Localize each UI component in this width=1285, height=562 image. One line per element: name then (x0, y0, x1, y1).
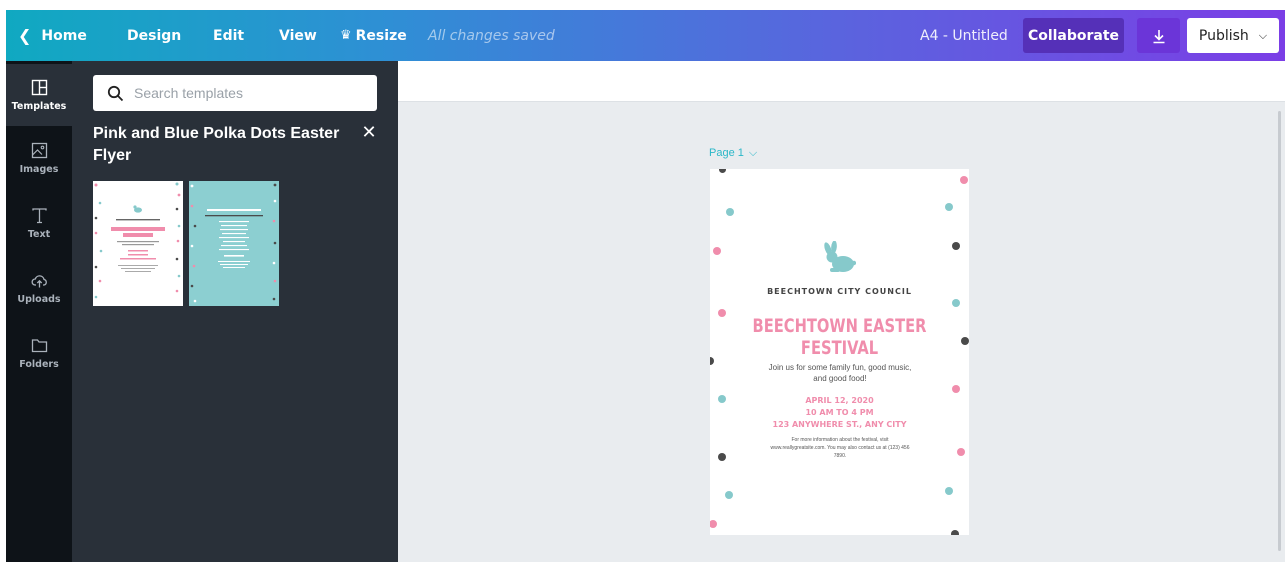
chevron-down-icon: ⌵ (1258, 28, 1268, 42)
home-label: Home (41, 27, 87, 44)
editor-toolbar (398, 61, 1285, 102)
polka-dot (713, 247, 721, 255)
page-label-text: Page 1 (709, 147, 744, 159)
polka-dot (726, 208, 734, 216)
resize-button[interactable]: ♛ Resize (340, 10, 407, 61)
design-menu[interactable]: Design (127, 10, 181, 61)
sidebar-item-templates[interactable]: Templates (6, 64, 72, 126)
vertical-scrollbar[interactable] (1278, 111, 1281, 551)
chevron-left-icon: ❮ (18, 26, 32, 45)
sidebar-item-label: Uploads (17, 293, 61, 305)
resize-label: Resize (355, 27, 407, 44)
view-menu[interactable]: View (279, 10, 317, 61)
sidebar-item-images[interactable]: Images (6, 127, 72, 189)
side-rail: Templates Images Text Uploads Folders (6, 61, 72, 562)
template-preview-back (190, 183, 277, 303)
polka-dot (718, 309, 726, 317)
flyer-title-line2: FESTIVAL (800, 337, 879, 359)
document-name[interactable]: A4 - Untitled (920, 10, 1008, 61)
publish-button[interactable]: Publish ⌵ (1187, 18, 1279, 53)
polka-dot (951, 530, 959, 535)
download-icon (1153, 29, 1164, 43)
template-title: Pink and Blue Polka Dots Easter Flyer (93, 125, 340, 164)
polka-dot (945, 487, 953, 495)
polka-dot (710, 520, 717, 528)
flyer-title-line1: BEECHTOWN EASTER (752, 315, 927, 337)
templates-icon (31, 79, 47, 95)
polka-dot (725, 491, 733, 499)
polka-dot (952, 242, 960, 250)
flyer-title: BEECHTOWN EASTER FESTIVAL (728, 315, 951, 359)
flyer-more-info: For more information about the festival,… (770, 437, 910, 459)
search-box[interactable] (93, 75, 377, 111)
polka-dot (710, 357, 714, 365)
sidebar-item-label: Text (27, 228, 51, 240)
polka-dot (952, 299, 960, 307)
sidebar-item-label: Templates (11, 100, 67, 112)
search-icon (107, 85, 124, 101)
polka-dot (718, 453, 726, 461)
flyer-address: 123 ANYWHERE ST., ANY CITY (772, 420, 907, 429)
image-icon (31, 142, 47, 158)
polka-dot (961, 337, 969, 345)
search-input[interactable] (134, 85, 364, 101)
crown-icon: ♛ (340, 28, 352, 43)
home-button[interactable]: ❮ Home (18, 10, 87, 61)
sidebar-item-label: Images (19, 163, 59, 175)
flyer-details: APRIL 12, 2020 10 AM TO 4 PM 123 ANYWHER… (710, 395, 969, 431)
template-preview-front (94, 182, 181, 299)
flyer-intro: Join us for some family fun, good music,… (768, 363, 912, 383)
templates-panel: Pink and Blue Polka Dots Easter Flyer ✕ (72, 61, 398, 562)
template-thumbnail-back[interactable] (189, 181, 279, 306)
upload-cloud-icon (31, 274, 47, 287)
chevron-down-icon: ⌵ (748, 147, 758, 159)
close-icon[interactable]: ✕ (360, 124, 378, 142)
canvas-workspace: Page 1 ⌵ BEECHTOWN CITY COUNCIL BEECHTOW… (398, 61, 1285, 562)
polka-dot (957, 448, 965, 456)
template-thumbnail-front[interactable] (93, 181, 183, 306)
flyer-organizer: BEECHTOWN CITY COUNCIL (767, 287, 912, 296)
sidebar-item-uploads[interactable]: Uploads (6, 257, 72, 319)
folder-icon (31, 338, 47, 352)
sidebar-item-folders[interactable]: Folders (6, 322, 72, 384)
publish-label: Publish (1198, 27, 1249, 44)
sidebar-item-label: Folders (19, 358, 59, 370)
text-icon (31, 207, 47, 223)
flyer-date: APRIL 12, 2020 (805, 396, 874, 405)
collaborate-button[interactable]: Collaborate (1023, 18, 1124, 53)
save-status: All changes saved (428, 27, 555, 44)
sidebar-item-text[interactable]: Text (6, 192, 72, 254)
polka-dot (719, 169, 726, 173)
download-button[interactable] (1137, 18, 1180, 53)
edit-menu[interactable]: Edit (213, 10, 244, 61)
page-label[interactable]: Page 1 ⌵ (709, 147, 757, 160)
bunny-icon (824, 241, 856, 272)
polka-dot (952, 385, 960, 393)
polka-dot (960, 176, 968, 184)
flyer-time: 10 AM TO 4 PM (805, 408, 874, 417)
flyer-page[interactable]: BEECHTOWN CITY COUNCIL BEECHTOWN EASTER … (710, 169, 969, 535)
polka-dot (945, 203, 953, 211)
top-bar: ❮ Home Design Edit View ♛ Resize All cha… (6, 10, 1285, 61)
